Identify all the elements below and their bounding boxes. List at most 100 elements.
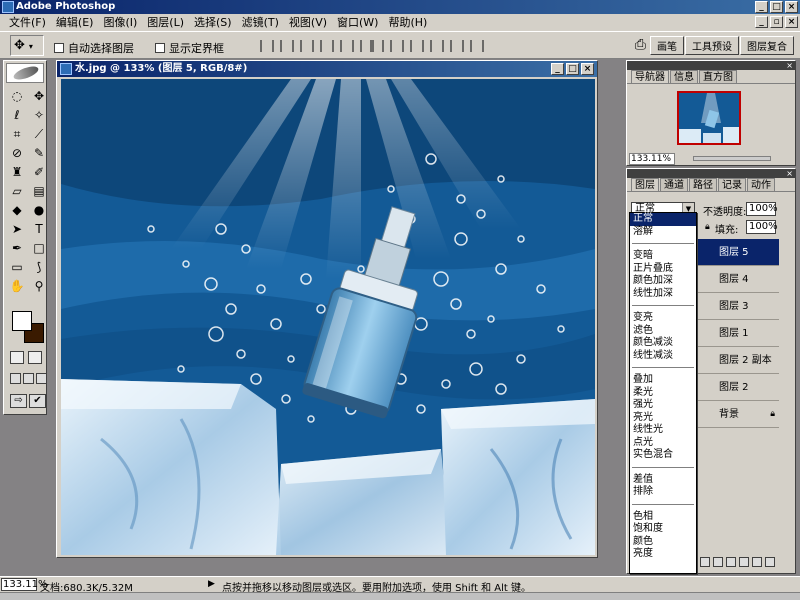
palette-well-tab-tool-presets[interactable]: 工具预设 [685, 36, 739, 55]
blend-option-hue[interactable]: 色相 [630, 511, 696, 524]
new-set-icon[interactable] [726, 557, 736, 567]
distribute-left-icon[interactable] [430, 40, 444, 52]
brush-tool-icon[interactable]: ✎ [29, 145, 49, 162]
crop-tool-icon[interactable]: ⌗ [7, 126, 27, 143]
eyedropper-tool-icon[interactable]: ⟆ [29, 259, 49, 276]
blend-option-color[interactable]: 颜色 [630, 536, 696, 549]
distribute-hcenter-icon[interactable] [450, 40, 464, 52]
tab-paths[interactable]: 路径 [689, 178, 717, 191]
blend-option-screen[interactable]: 滤色 [630, 325, 696, 338]
tab-channels[interactable]: 通道 [660, 178, 688, 191]
blur-tool-icon[interactable]: ◆ [7, 202, 27, 219]
tab-info[interactable]: 信息 [670, 70, 698, 83]
blend-option-saturation[interactable]: 饱和度 [630, 523, 696, 536]
blend-option-difference[interactable]: 差值 [630, 474, 696, 487]
standard-mode-icon[interactable] [10, 351, 24, 364]
app-title-bar[interactable]: Adobe Photoshop _ □ × [0, 0, 800, 14]
menu-window[interactable]: 窗口(W) [332, 14, 383, 31]
document-title-bar[interactable]: 水.jpg @ 133% (图层 5, RGB/8#) _ □ × [57, 61, 597, 77]
menu-layer[interactable]: 图层(L) [142, 14, 189, 31]
blend-option-normal[interactable]: 正常 [630, 213, 696, 226]
blend-option-vivid-light[interactable]: 亮光 [630, 412, 696, 425]
slice-tool-icon[interactable]: ⟋ [29, 126, 49, 143]
minimize-button[interactable]: _ [755, 1, 768, 13]
document-minimize-button[interactable]: _ [551, 63, 564, 75]
image-canvas[interactable] [61, 79, 595, 555]
fill-field[interactable]: 100% [746, 220, 778, 234]
quick-mask-mode-icon[interactable] [28, 351, 42, 364]
tab-navigator[interactable]: 导航器 [631, 70, 669, 83]
blend-option-exclusion[interactable]: 排除 [630, 486, 696, 499]
document-maximize-button[interactable]: □ [566, 63, 579, 75]
distribute-vcenter-icon[interactable] [390, 40, 404, 52]
distribute-top-icon[interactable] [370, 40, 384, 52]
tab-actions[interactable]: 动作 [747, 178, 775, 191]
tab-histogram[interactable]: 直方图 [699, 70, 737, 83]
add-layer-style-icon[interactable] [700, 557, 710, 567]
marquee-tool-icon[interactable]: ◌ [7, 88, 27, 105]
dodge-tool-icon[interactable]: ● [29, 202, 49, 219]
blend-option-dissolve[interactable]: 溶解 [630, 226, 696, 239]
status-zoom-field[interactable]: 133.11% [1, 578, 48, 591]
hand-tool-icon[interactable]: ✋ [7, 278, 27, 295]
gradient-tool-icon[interactable]: ▤ [29, 183, 49, 200]
navigator-zoom-slider[interactable] [693, 156, 771, 161]
add-mask-icon[interactable] [713, 557, 723, 567]
move-tool-icon[interactable]: ✥ [29, 88, 49, 105]
blend-option-color-dodge[interactable]: 颜色减淡 [630, 337, 696, 350]
trash-icon[interactable] [765, 557, 775, 567]
healing-brush-tool-icon[interactable]: ⊘ [7, 145, 27, 162]
layers-panel-grip[interactable]: × [627, 169, 795, 178]
menu-help[interactable]: 帮助(H) [383, 14, 432, 31]
tab-history[interactable]: 记录 [718, 178, 746, 191]
auto-select-layer-checkbox[interactable]: 自动选择图层 [54, 40, 134, 56]
doc-close-button[interactable]: × [785, 16, 798, 28]
new-layer-icon[interactable] [752, 557, 762, 567]
align-top-icon[interactable] [260, 40, 274, 52]
menu-image[interactable]: 图像(I) [98, 14, 142, 31]
align-left-icon[interactable] [320, 40, 334, 52]
new-adjustment-layer-icon[interactable] [739, 557, 749, 567]
show-bounding-box-checkbox[interactable]: 显示定界框 [155, 40, 224, 56]
navigator-zoom-field[interactable]: 133.11% [629, 153, 675, 165]
lasso-tool-icon[interactable]: ℓ [7, 107, 27, 124]
menu-select[interactable]: 选择(S) [189, 14, 237, 31]
toolbox-header[interactable] [6, 63, 44, 83]
history-brush-tool-icon[interactable]: ✐ [29, 164, 49, 181]
lock-icon[interactable]: 🔒︎ [705, 222, 710, 232]
doc-restore-button[interactable]: ▫ [770, 16, 783, 28]
blend-option-hard-light[interactable]: 强光 [630, 399, 696, 412]
navigator-thumbnail[interactable] [677, 91, 741, 145]
close-button[interactable]: × [785, 1, 798, 13]
align-bottom-icon[interactable] [300, 40, 314, 52]
path-selection-tool-icon[interactable]: ➤ [7, 221, 27, 238]
shape-tool-icon[interactable]: □ [29, 240, 49, 257]
document-close-button[interactable]: × [581, 63, 594, 75]
standard-screen-mode-icon[interactable] [10, 373, 21, 384]
file-browser-icon[interactable]: ⎙ [635, 37, 646, 53]
maximize-button[interactable]: □ [770, 1, 783, 13]
foreground-color-swatch[interactable] [12, 311, 32, 331]
blend-option-pin-light[interactable]: 点光 [630, 437, 696, 450]
palette-well-tab-layer-comps[interactable]: 图层复合 [740, 36, 794, 55]
blend-option-multiply[interactable]: 正片叠底 [630, 263, 696, 276]
close-icon[interactable]: × [786, 169, 793, 178]
menu-view[interactable]: 视图(V) [284, 14, 332, 31]
opacity-field[interactable]: 100% [746, 202, 778, 216]
close-icon[interactable]: × [786, 61, 793, 70]
notes-tool-icon[interactable]: ▭ [7, 259, 27, 276]
eraser-tool-icon[interactable]: ▱ [7, 183, 27, 200]
check-mark-icon[interactable]: ✔ [29, 394, 46, 408]
align-hcenter-icon[interactable] [340, 40, 354, 52]
distribute-bottom-icon[interactable] [410, 40, 424, 52]
blend-option-linear-dodge[interactable]: 线性减淡 [630, 350, 696, 363]
distribute-right-icon[interactable] [470, 40, 484, 52]
full-screen-mode-icon[interactable] [36, 373, 47, 384]
pen-tool-icon[interactable]: ✒ [7, 240, 27, 257]
move-tool-preset-picker[interactable]: ✥ ▾ [10, 35, 44, 56]
tab-layers[interactable]: 图层 [631, 178, 659, 191]
blend-option-darken[interactable]: 变暗 [630, 250, 696, 263]
align-vcenter-icon[interactable] [280, 40, 294, 52]
blend-option-soft-light[interactable]: 柔光 [630, 387, 696, 400]
full-screen-menu-mode-icon[interactable] [23, 373, 34, 384]
